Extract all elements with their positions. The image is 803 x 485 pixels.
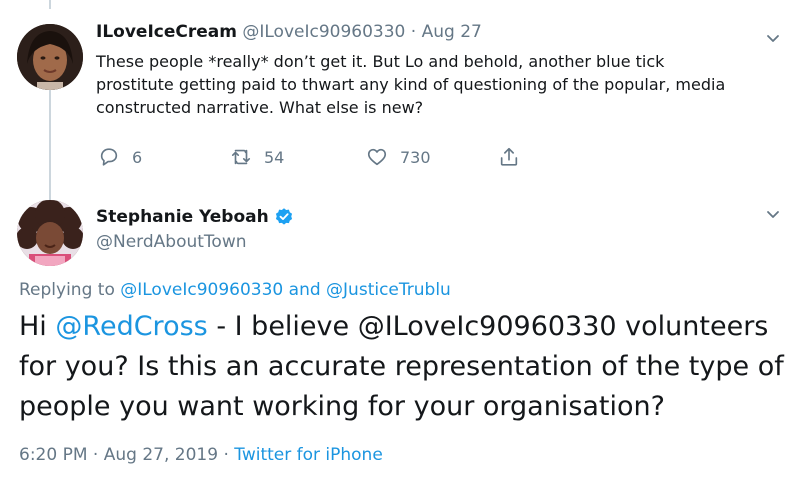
handle[interactable]: @NerdAboutTown [96,232,247,252]
display-name-text: Stephanie Yeboah [96,207,269,227]
replying-prefix: Replying to [19,280,115,300]
tweet-text-greeting: Hi [19,311,47,342]
tweet-header: ILoveIceCream @ILoveIc90960330 · Aug 27 [96,22,482,42]
avatar-image [17,200,83,266]
retweet-button[interactable]: 54 [230,143,284,171]
share-button[interactable] [498,143,532,171]
tweet-source-link[interactable]: Twitter for iPhone [234,445,383,465]
separator: · [92,445,99,465]
like-icon [367,148,387,166]
mention-link[interactable]: @ILoveIc90960330 [120,280,283,300]
reply-count: 6 [132,147,143,167]
tweet-actions: 6 54 730 [96,143,536,171]
replying-to: Replying to @ILoveIc90960330 and @Justic… [19,280,451,300]
avatar[interactable] [17,200,83,266]
display-name[interactable]: ILoveIceCream [96,22,237,42]
separator: · [410,22,417,42]
display-name[interactable]: Stephanie Yeboah [96,207,294,227]
replying-and[interactable]: and [289,280,321,300]
thread-line-connector [49,90,51,202]
tweet-date: Aug 27, 2019 [103,445,219,465]
share-icon [500,147,518,166]
chevron-down-icon[interactable] [765,30,781,46]
like-button[interactable]: 730 [366,143,431,171]
verified-badge-icon [275,208,292,225]
tweet-metadata: 6:20 PM · Aug 27, 2019 · Twitter for iPh… [19,445,383,465]
reply-button[interactable]: 6 [98,143,142,171]
avatar[interactable] [17,24,83,90]
tweet-date[interactable]: Aug 27 [422,22,482,42]
chevron-down-icon[interactable] [765,206,781,222]
tweet-text: These people *really* don’t get it. But … [96,52,726,117]
avatar-image [17,24,83,90]
thread-line-top [49,0,51,9]
retweet-count: 54 [264,147,285,167]
like-count: 730 [400,147,431,167]
reply-icon [100,148,118,166]
tweet-text: Hi @RedCross - I believe @ILoveIc9096033… [19,307,794,427]
mention-link[interactable]: @RedCross [55,311,207,342]
mention-link[interactable]: @JusticeTrublu [326,280,451,300]
retweet-icon [231,149,251,165]
tweet-time: 6:20 PM [19,445,88,465]
handle[interactable]: @ILoveIc90960330 [242,22,405,42]
separator: · [223,445,229,465]
